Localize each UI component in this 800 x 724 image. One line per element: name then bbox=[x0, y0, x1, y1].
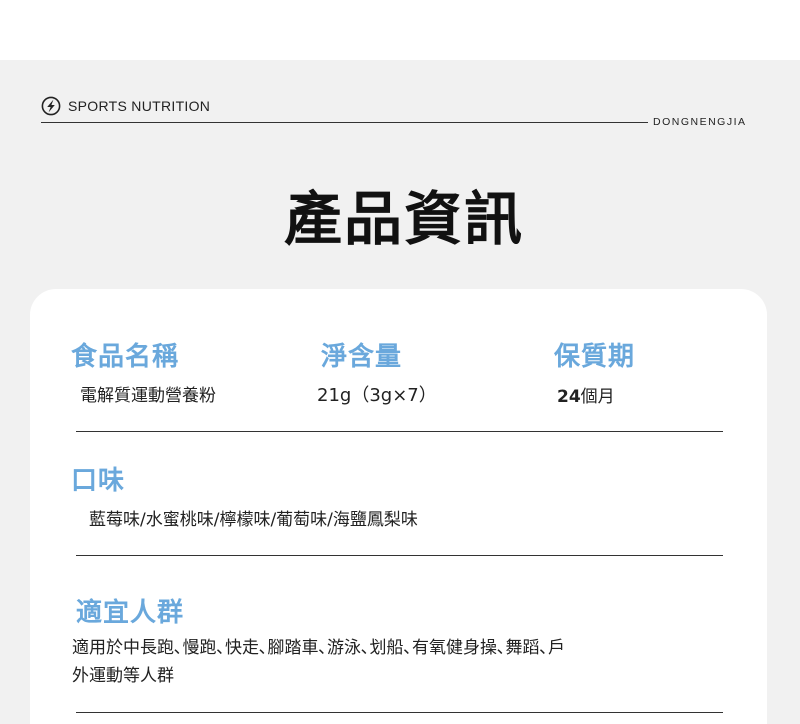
shelf-life-value: 24個月 bbox=[557, 382, 615, 407]
flavor-label: 口味 bbox=[71, 466, 126, 496]
brand-text: SPORTS NUTRITION bbox=[68, 98, 211, 114]
row-divider bbox=[76, 431, 723, 432]
audience-value-line1: 適用於中長跑､慢跑､快走､腳踏車､游泳､划船､有氧健身操､舞蹈､戶 bbox=[72, 638, 565, 658]
net-content-value: 21g（3g×7） bbox=[317, 385, 437, 406]
lightning-bolt-icon bbox=[41, 96, 61, 116]
audience-label: 適宜人群 bbox=[76, 598, 185, 628]
food-name-value: 電解質運動營養粉 bbox=[80, 386, 216, 406]
food-name-label: 食品名稱 bbox=[71, 342, 180, 372]
shelf-life-label: 保質期 bbox=[554, 342, 636, 372]
net-content-label: 淨含量 bbox=[321, 342, 403, 372]
shelf-life-unit: 個月 bbox=[580, 387, 615, 407]
row-divider bbox=[76, 555, 723, 556]
brand-name: DONGNENGJIA bbox=[653, 116, 747, 128]
row-divider bbox=[76, 712, 723, 713]
audience-value-line2: 外運動等人群 bbox=[72, 666, 174, 686]
shelf-life-number: 24 bbox=[557, 387, 581, 407]
page-title: 產品資訊 bbox=[283, 185, 524, 253]
header-divider bbox=[41, 122, 648, 123]
brand-header: SPORTS NUTRITION bbox=[41, 96, 210, 116]
flavor-value: 藍莓味/水蜜桃味/檸檬味/葡萄味/海鹽鳳梨味 bbox=[89, 510, 418, 530]
